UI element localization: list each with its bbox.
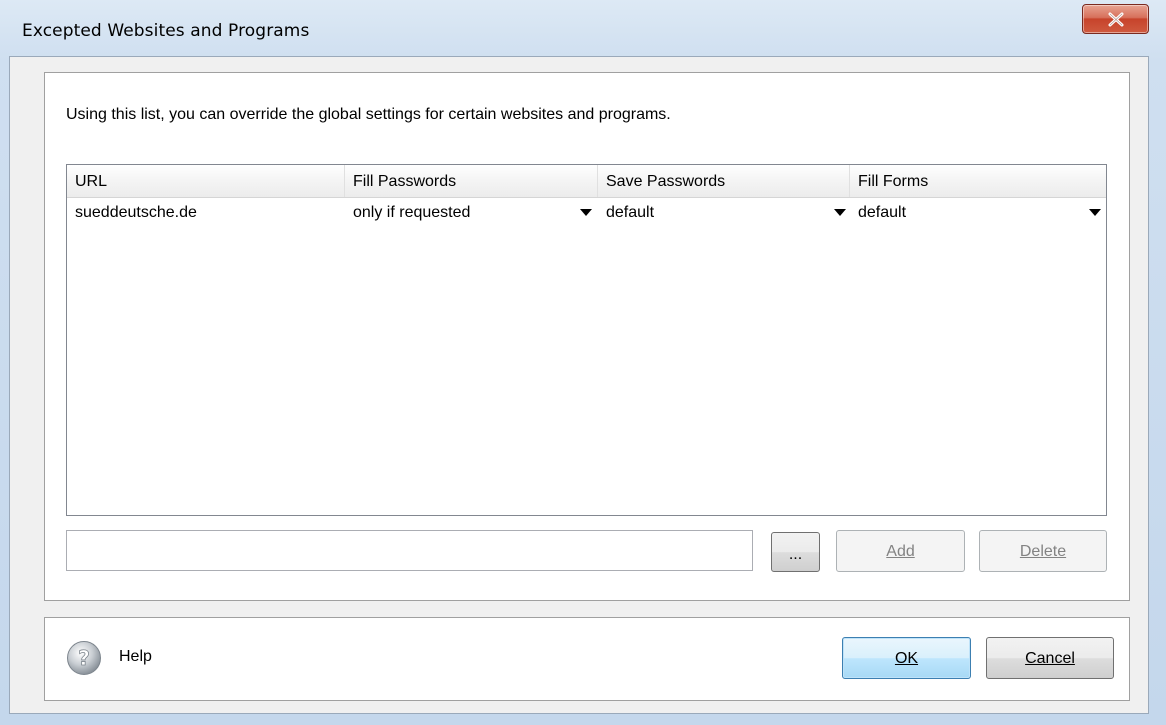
url-cell: sueddeutsche.de (75, 204, 197, 221)
svg-text:?: ? (78, 646, 90, 670)
window-title: Excepted Websites and Programs (22, 21, 310, 41)
close-button[interactable] (1082, 4, 1149, 34)
browse-button[interactable]: ... (771, 532, 820, 572)
title-bar[interactable]: Excepted Websites and Programs (0, 0, 1166, 60)
browse-button-label: ... (788, 546, 803, 563)
chevron-down-icon[interactable] (1089, 209, 1101, 216)
column-header-fill-forms[interactable]: Fill Forms (850, 165, 1106, 197)
cancel-button-label: Cancel (1025, 650, 1075, 667)
exceptions-list[interactable]: URL Fill Passwords Save Passwords Fill F… (66, 164, 1107, 516)
chevron-down-icon[interactable] (580, 209, 592, 216)
list-header: URL Fill Passwords Save Passwords Fill F… (67, 165, 1106, 198)
ok-button-label: OK (894, 650, 919, 667)
add-button-label: Add (886, 543, 915, 560)
fill-passwords-value: only if requested (353, 204, 471, 221)
ok-button[interactable]: OK (842, 637, 971, 679)
dialog-window: Excepted Websites and Programs Using thi… (0, 0, 1166, 725)
url-input[interactable] (66, 530, 753, 571)
help-icon[interactable]: ? (66, 640, 102, 676)
column-header-url[interactable]: URL (67, 165, 345, 197)
cancel-button[interactable]: Cancel (986, 637, 1114, 679)
column-header-fill-passwords[interactable]: Fill Passwords (345, 165, 598, 197)
column-header-save-passwords[interactable]: Save Passwords (598, 165, 850, 197)
save-passwords-value: default (606, 204, 655, 221)
delete-button-label: Delete (1019, 543, 1067, 560)
chevron-down-icon[interactable] (834, 209, 846, 216)
add-button[interactable]: Add (836, 530, 965, 572)
delete-button[interactable]: Delete (979, 530, 1107, 572)
fill-forms-value: default (858, 204, 907, 221)
close-icon (1108, 12, 1124, 27)
table-row[interactable]: sueddeutsche.de only if requested defaul… (67, 198, 1106, 226)
fill-passwords-select[interactable]: only if requested (345, 198, 598, 226)
save-passwords-select[interactable]: default (598, 198, 850, 226)
fill-forms-select[interactable]: default (850, 198, 1106, 226)
help-link[interactable]: Help (119, 648, 152, 666)
description-text: Using this list, you can override the gl… (66, 106, 671, 123)
